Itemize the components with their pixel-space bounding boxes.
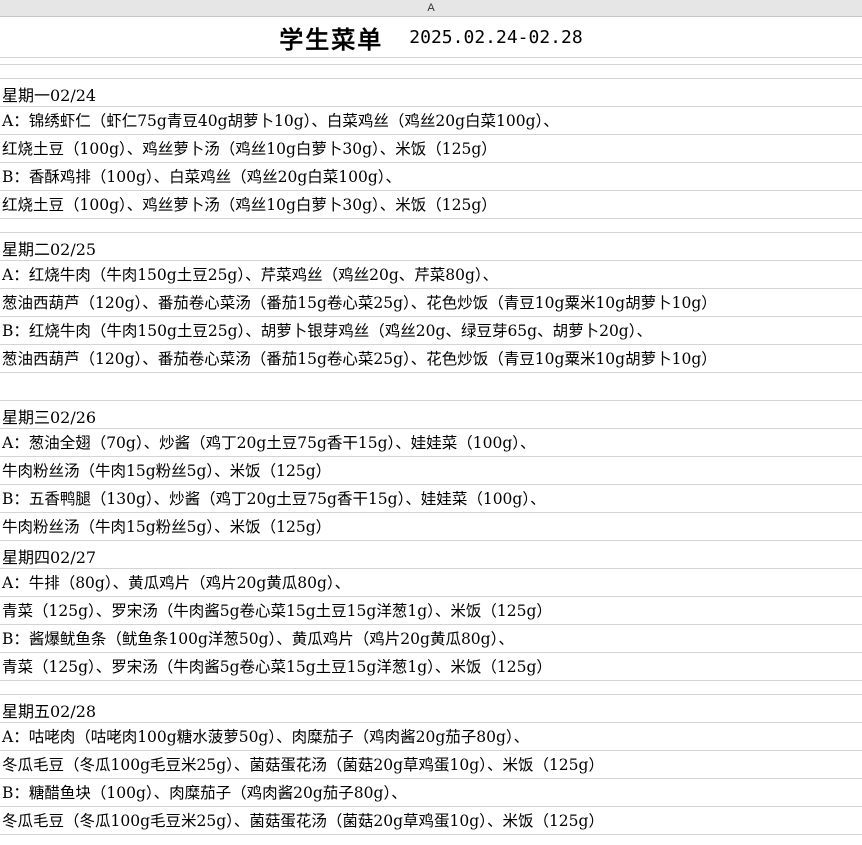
day-heading-tuesday[interactable]: 星期二02/25 [0, 233, 862, 261]
spacer-row[interactable] [0, 681, 862, 695]
menu-title: 学生菜单 [279, 25, 384, 54]
menu-line[interactable]: 葱油西葫芦（120g）、番茄卷心菜汤（番茄15g卷心菜25g）、花色炒饭（青豆1… [0, 345, 862, 373]
menu-line[interactable]: B：五香鸭腿（130g）、炒酱（鸡丁20g土豆75g香干15g）、娃娃菜（100… [0, 485, 862, 513]
spacer-row[interactable] [0, 219, 862, 233]
menu-line[interactable]: 冬瓜毛豆（冬瓜100g毛豆米25g）、菌菇蛋花汤（菌菇20g草鸡蛋10g）、米饭… [0, 751, 862, 779]
menu-line[interactable]: A：咕咾肉（咕咾肉100g糖水菠萝50g）、肉糜茄子（鸡肉酱20g茄子80g）、 [0, 723, 862, 751]
menu-line[interactable]: B：红烧牛肉（牛肉150g土豆25g）、胡萝卜银芽鸡丝（鸡丝20g、绿豆芽65g… [0, 317, 862, 345]
menu-line[interactable]: 牛肉粉丝汤（牛肉15g粉丝5g）、米饭（125g） [0, 513, 862, 541]
menu-line[interactable]: B：酱爆鱿鱼条（鱿鱼条100g洋葱50g）、黄瓜鸡片（鸡片20g黄瓜80g）、 [0, 625, 862, 653]
menu-line[interactable]: A：锦绣虾仁（虾仁75g青豆40g胡萝卜10g）、白菜鸡丝（鸡丝20g白菜100… [0, 107, 862, 135]
menu-line[interactable]: 葱油西葫芦（120g）、番茄卷心菜汤（番茄15g卷心菜25g）、花色炒饭（青豆1… [0, 289, 862, 317]
menu-line[interactable]: 牛肉粉丝汤（牛肉15g粉丝5g）、米饭（125g） [0, 457, 862, 485]
day-heading-monday[interactable]: 星期一02/24 [0, 79, 862, 107]
menu-line[interactable]: A：牛排（80g）、黄瓜鸡片（鸡片20g黄瓜80g）、 [0, 569, 862, 597]
spacer-row[interactable] [0, 373, 862, 401]
menu-line[interactable]: 红烧土豆（100g）、鸡丝萝卜汤（鸡丝10g白萝卜30g）、米饭（125g） [0, 191, 862, 219]
menu-line[interactable]: A：红烧牛肉（牛肉150g土豆25g）、芹菜鸡丝（鸡丝20g、芹菜80g）、 [0, 261, 862, 289]
menu-line[interactable]: B：糖醋鱼块（100g）、肉糜茄子（鸡肉酱20g茄子80g）、 [0, 779, 862, 807]
spacer-row[interactable] [0, 58, 862, 65]
day-heading-friday[interactable]: 星期五02/28 [0, 695, 862, 723]
title-row[interactable]: 学生菜单 2025.02.24-02.28 [0, 17, 862, 58]
menu-line[interactable]: 红烧土豆（100g）、鸡丝萝卜汤（鸡丝10g白萝卜30g）、米饭（125g） [0, 135, 862, 163]
menu-line[interactable]: 青菜（125g）、罗宋汤（牛肉酱5g卷心菜15g土豆15g洋葱1g）、米饭（12… [0, 597, 862, 625]
day-heading-wednesday[interactable]: 星期三02/26 [0, 401, 862, 429]
column-header-a[interactable]: A [0, 0, 862, 17]
menu-line[interactable]: A：葱油全翅（70g）、炒酱（鸡丁20g土豆75g香干15g）、娃娃菜（100g… [0, 429, 862, 457]
menu-line[interactable]: 冬瓜毛豆（冬瓜100g毛豆米25g）、菌菇蛋花汤（菌菇20g草鸡蛋10g）、米饭… [0, 807, 862, 835]
menu-line[interactable]: 青菜（125g）、罗宋汤（牛肉酱5g卷心菜15g土豆15g洋葱1g）、米饭（12… [0, 653, 862, 681]
spacer-row[interactable] [0, 65, 862, 79]
menu-date-range: 2025.02.24-02.28 [409, 26, 583, 48]
day-heading-thursday[interactable]: 星期四02/27 [0, 541, 862, 569]
spreadsheet-grid: 学生菜单 2025.02.24-02.28 星期一02/24 A：锦绣虾仁（虾仁… [0, 17, 862, 835]
menu-line[interactable]: B：香酥鸡排（100g）、白菜鸡丝（鸡丝20g白菜100g）、 [0, 163, 862, 191]
